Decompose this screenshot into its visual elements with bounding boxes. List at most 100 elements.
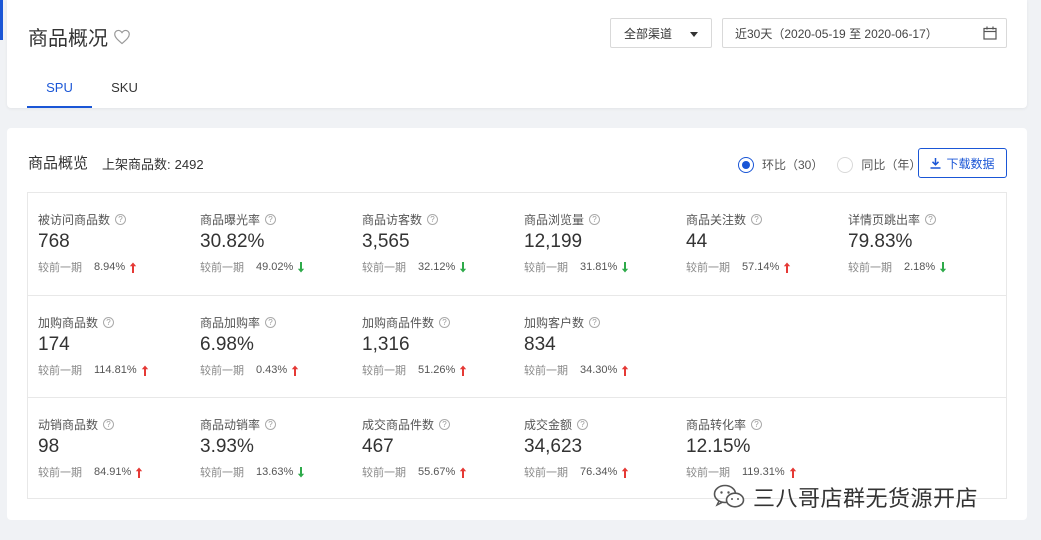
metric-label: 加购客户数 xyxy=(524,316,585,330)
metric-compare-label: 较前一期 xyxy=(38,365,82,377)
help-icon[interactable]: ? xyxy=(103,317,115,328)
metric-label-row: 商品关注数? xyxy=(686,211,763,228)
help-icon[interactable]: ? xyxy=(925,214,937,225)
help-icon[interactable]: ? xyxy=(751,214,763,225)
radio-yoy[interactable] xyxy=(837,156,854,173)
help-icon[interactable]: ? xyxy=(589,317,601,328)
metric-value: 768 xyxy=(38,231,70,252)
metric-card: 加购商品件数? 1,316 较前一期 51.26% xyxy=(352,296,514,398)
metric-compare-label: 较前一期 xyxy=(686,262,730,274)
metric-card: 商品关注数? 44 较前一期 57.14% xyxy=(676,193,838,295)
arrow-down-icon xyxy=(298,261,305,272)
metric-compare-label: 较前一期 xyxy=(524,262,568,274)
help-icon[interactable]: ? xyxy=(103,419,115,430)
arrow-up-icon xyxy=(136,467,143,478)
metric-label: 商品转化率 xyxy=(686,418,747,432)
arrow-up-icon xyxy=(784,262,791,273)
metric-label: 成交商品件数 xyxy=(362,418,435,432)
download-button[interactable]: 下载数据 xyxy=(918,148,1007,178)
radio-yoy-label[interactable]: 同比（年） xyxy=(861,156,921,173)
arrow-down-icon xyxy=(940,261,947,272)
help-icon[interactable]: ? xyxy=(265,317,277,328)
metric-compare: 较前一期 119.31% xyxy=(686,464,797,480)
metric-card: 详情页跳出率? 79.83% 较前一期 2.18% xyxy=(838,193,1000,295)
help-icon[interactable]: ? xyxy=(115,214,127,225)
radio-mom[interactable] xyxy=(738,156,754,173)
metric-label-row: 详情页跳出率? xyxy=(848,211,937,228)
metric-label: 商品浏览量 xyxy=(524,213,585,227)
metric-value: 174 xyxy=(38,334,70,355)
help-icon[interactable]: ? xyxy=(439,317,451,328)
channel-select[interactable]: 全部渠道 xyxy=(610,18,712,48)
metric-compare: 较前一期 2.18% xyxy=(848,259,947,275)
metric-label: 加购商品件数 xyxy=(362,316,435,330)
metric-compare: 较前一期 8.94% xyxy=(38,259,137,275)
metric-label: 商品加购率 xyxy=(200,316,261,330)
metric-change-pct: 0.43% xyxy=(256,364,288,376)
download-label: 下载数据 xyxy=(946,156,995,171)
metric-compare-label: 较前一期 xyxy=(524,467,568,479)
metric-compare-label: 较前一期 xyxy=(200,365,244,377)
metrics-grid: 被访问商品数? 768 较前一期 8.94% 商品曝光率? 30.82% 较前一期 49.02… xyxy=(27,192,1007,499)
date-range-picker[interactable]: 近30天（2020-05-19 至 2020-06-17） xyxy=(722,18,1007,48)
metric-label-row: 加购商品件数? xyxy=(362,314,451,331)
help-icon[interactable]: ? xyxy=(589,214,601,225)
listed-value: 2492 xyxy=(174,157,204,172)
metric-compare: 较前一期 0.43% xyxy=(200,362,299,378)
metric-compare-label: 较前一期 xyxy=(200,467,244,479)
help-icon[interactable]: ? xyxy=(265,214,277,225)
listed-count: 上架商品数: 2492 xyxy=(102,154,204,173)
metric-change-pct: 119.31% xyxy=(742,466,785,478)
metric-card: 被访问商品数? 768 较前一期 8.94% xyxy=(28,193,190,295)
metric-change-pct: 31.81% xyxy=(580,261,618,273)
radio-mom-label[interactable]: 环比（30） xyxy=(762,156,823,173)
metric-label: 商品访客数 xyxy=(362,213,423,227)
metric-card: 商品浏览量? 12,199 较前一期 31.81% xyxy=(514,193,676,295)
metric-change-pct: 55.67% xyxy=(418,466,456,478)
wechat-icon xyxy=(713,484,745,508)
watermark-text: 三八哥店群无货源开店 xyxy=(753,486,979,511)
arrow-up-icon xyxy=(789,467,796,478)
metric-change-pct: 57.14% xyxy=(742,261,780,273)
metric-value: 34,623 xyxy=(524,436,583,457)
metric-value: 12,199 xyxy=(524,231,583,252)
tab-bar: SPU SKU xyxy=(27,66,157,108)
metric-label: 商品关注数 xyxy=(686,213,747,227)
arrow-up-icon xyxy=(460,467,467,478)
metric-value: 834 xyxy=(524,334,556,355)
metric-compare-label: 较前一期 xyxy=(362,262,406,274)
tab-sku[interactable]: SKU xyxy=(92,66,157,108)
help-icon[interactable]: ? xyxy=(265,419,277,430)
arrow-down-icon xyxy=(298,466,305,477)
metric-compare-label: 较前一期 xyxy=(38,467,82,479)
metric-card: 动销商品数? 98 较前一期 84.91% xyxy=(28,398,190,500)
metric-card: 加购商品数? 174 较前一期 114.81% xyxy=(28,296,190,398)
metric-value: 467 xyxy=(362,436,394,457)
metric-compare-label: 较前一期 xyxy=(200,262,244,274)
metric-change-pct: 34.30% xyxy=(580,364,618,376)
metric-label-row: 商品访客数? xyxy=(362,211,439,228)
metric-compare: 较前一期 84.91% xyxy=(38,464,143,480)
help-icon[interactable]: ? xyxy=(427,214,439,225)
date-range-value: 近30天（2020-05-19 至 2020-06-17） xyxy=(735,26,938,41)
metric-compare: 较前一期 13.63% xyxy=(200,464,305,480)
arrow-up-icon xyxy=(460,365,467,376)
metric-compare: 较前一期 51.26% xyxy=(362,362,467,378)
metric-value: 3.93% xyxy=(200,436,254,457)
arrow-up-icon xyxy=(622,467,629,478)
arrow-down-icon xyxy=(460,261,467,272)
metric-value: 30.82% xyxy=(200,231,265,252)
metric-compare: 较前一期 49.02% xyxy=(200,259,305,275)
watermark: 三八哥店群无货源开店 xyxy=(713,481,978,513)
metric-label: 被访问商品数 xyxy=(38,213,111,227)
metric-value: 44 xyxy=(686,231,708,252)
metric-card: 加购客户数? 834 较前一期 34.30% xyxy=(514,296,676,398)
page-title-text: 商品概况 xyxy=(28,28,108,50)
help-icon[interactable]: ? xyxy=(439,419,451,430)
heart-icon[interactable] xyxy=(113,29,131,45)
tab-spu[interactable]: SPU xyxy=(27,66,92,108)
help-icon[interactable]: ? xyxy=(751,419,763,430)
metric-label: 动销商品数 xyxy=(38,418,99,432)
metric-compare-label: 较前一期 xyxy=(524,365,568,377)
help-icon[interactable]: ? xyxy=(577,419,589,430)
